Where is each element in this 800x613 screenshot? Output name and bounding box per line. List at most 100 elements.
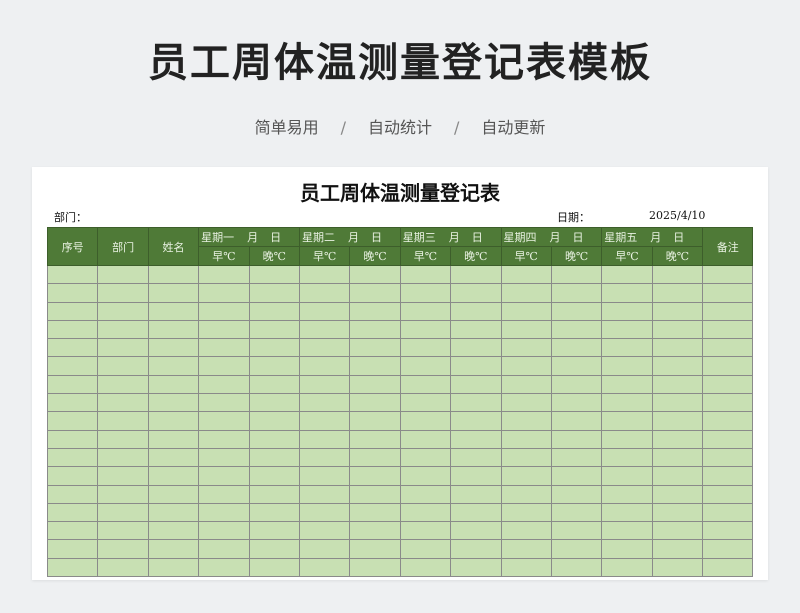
table-cell[interactable] [601, 484, 653, 504]
table-cell[interactable] [399, 411, 452, 431]
table-cell[interactable] [450, 283, 502, 303]
table-cell[interactable] [651, 502, 704, 523]
table-cell[interactable] [298, 393, 351, 413]
table-cell[interactable] [500, 557, 552, 578]
table-cell[interactable] [46, 502, 99, 523]
table-cell[interactable] [248, 539, 300, 559]
table-cell[interactable] [298, 374, 351, 395]
table-cell[interactable] [550, 502, 603, 523]
table-cell[interactable] [349, 338, 401, 358]
table-cell[interactable] [601, 356, 653, 376]
table-cell[interactable] [198, 502, 250, 523]
table-cell[interactable] [46, 521, 99, 541]
table-cell[interactable] [399, 319, 452, 340]
table-cell[interactable] [399, 356, 452, 376]
table-cell[interactable] [550, 319, 603, 340]
table-cell[interactable] [147, 319, 200, 340]
table-cell[interactable] [702, 264, 754, 285]
table-cell[interactable] [46, 466, 99, 486]
table-cell[interactable] [450, 502, 502, 523]
table-cell[interactable] [651, 539, 704, 559]
table-cell[interactable] [147, 502, 200, 523]
table-cell[interactable] [46, 264, 99, 285]
table-cell[interactable] [298, 356, 351, 376]
table-cell[interactable] [198, 301, 250, 321]
table-cell[interactable] [399, 283, 452, 303]
table-cell[interactable] [349, 411, 401, 431]
table-cell[interactable] [702, 393, 754, 413]
table-cell[interactable] [651, 393, 704, 413]
table-cell[interactable] [702, 356, 754, 376]
table-cell[interactable] [248, 411, 300, 431]
table-cell[interactable] [399, 374, 452, 395]
table-cell[interactable] [46, 374, 99, 395]
table-cell[interactable] [349, 557, 401, 578]
table-cell[interactable] [550, 429, 603, 449]
table-cell[interactable] [298, 264, 351, 285]
table-cell[interactable] [198, 264, 250, 285]
table-cell[interactable] [97, 393, 149, 413]
table-cell[interactable] [399, 301, 452, 321]
table-cell[interactable] [198, 319, 250, 340]
table-cell[interactable] [450, 521, 502, 541]
table-cell[interactable] [500, 338, 552, 358]
table-cell[interactable] [702, 374, 754, 395]
table-cell[interactable] [97, 411, 149, 431]
table-cell[interactable] [651, 429, 704, 449]
table-cell[interactable] [198, 374, 250, 395]
table-cell[interactable] [97, 429, 149, 449]
table-cell[interactable] [651, 557, 704, 578]
table-cell[interactable] [349, 356, 401, 376]
table-cell[interactable] [198, 539, 250, 559]
table-cell[interactable] [46, 393, 99, 413]
table-cell[interactable] [550, 283, 603, 303]
table-cell[interactable] [349, 283, 401, 303]
table-cell[interactable] [198, 356, 250, 376]
table-cell[interactable] [500, 393, 552, 413]
table-cell[interactable] [147, 521, 200, 541]
table-cell[interactable] [601, 429, 653, 449]
table-cell[interactable] [450, 264, 502, 285]
table-cell[interactable] [550, 484, 603, 504]
table-cell[interactable] [601, 374, 653, 395]
table-cell[interactable] [651, 338, 704, 358]
table-cell[interactable] [349, 374, 401, 395]
table-cell[interactable] [46, 283, 99, 303]
table-cell[interactable] [651, 466, 704, 486]
table-cell[interactable] [248, 338, 300, 358]
table-cell[interactable] [450, 393, 502, 413]
table-cell[interactable] [601, 557, 653, 578]
table-cell[interactable] [601, 264, 653, 285]
table-cell[interactable] [198, 466, 250, 486]
table-cell[interactable] [399, 484, 452, 504]
table-cell[interactable] [97, 264, 149, 285]
table-cell[interactable] [349, 301, 401, 321]
table-cell[interactable] [97, 539, 149, 559]
table-cell[interactable] [248, 374, 300, 395]
table-cell[interactable] [298, 447, 351, 468]
table-cell[interactable] [500, 411, 552, 431]
table-cell[interactable] [702, 411, 754, 431]
table-cell[interactable] [349, 319, 401, 340]
table-cell[interactable] [248, 484, 300, 504]
table-cell[interactable] [198, 429, 250, 449]
table-cell[interactable] [702, 557, 754, 578]
table-cell[interactable] [601, 283, 653, 303]
table-cell[interactable] [97, 301, 149, 321]
table-cell[interactable] [450, 411, 502, 431]
table-cell[interactable] [399, 264, 452, 285]
table-cell[interactable] [601, 393, 653, 413]
table-cell[interactable] [399, 557, 452, 578]
table-cell[interactable] [97, 466, 149, 486]
table-cell[interactable] [601, 539, 653, 559]
table-cell[interactable] [651, 319, 704, 340]
table-cell[interactable] [248, 557, 300, 578]
table-cell[interactable] [349, 429, 401, 449]
table-cell[interactable] [399, 447, 452, 468]
table-cell[interactable] [248, 393, 300, 413]
table-cell[interactable] [198, 283, 250, 303]
table-cell[interactable] [450, 374, 502, 395]
table-cell[interactable] [550, 539, 603, 559]
table-cell[interactable] [198, 447, 250, 468]
table-cell[interactable] [147, 264, 200, 285]
